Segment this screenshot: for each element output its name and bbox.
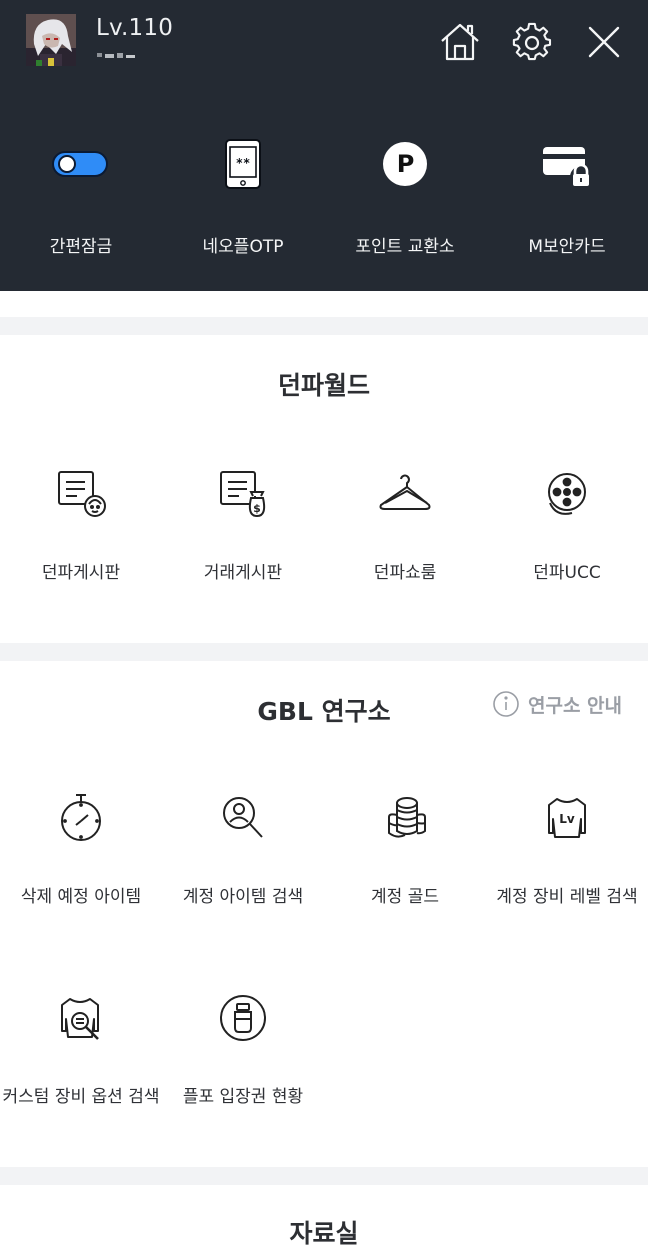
search-person-icon: [223, 797, 263, 838]
film-reel-icon: [548, 473, 586, 515]
otp-phone-icon: **: [225, 139, 261, 189]
mobile-menu-page: Lv.110 간편잠금 ** 네오플OTP P 포인트 교환소 M보안카드 던파…: [0, 0, 648, 1246]
menu-dunpa-ucc[interactable]: 던파UCC: [486, 466, 648, 596]
quick-easy-lock[interactable]: 간편잠금: [0, 130, 162, 270]
quick-m-security-card[interactable]: M보안카드: [486, 130, 648, 270]
toggle-switch-icon: [52, 151, 108, 177]
security-card-icon: [543, 147, 592, 188]
quick-label: 간편잠금: [49, 237, 113, 257]
home-icon: [441, 23, 479, 61]
menu-label: 거래게시판: [203, 563, 283, 583]
settings-button[interactable]: [510, 20, 554, 64]
menu-label: 계정 장비 레벨 검색: [496, 887, 638, 907]
menu-label: 계정 아이템 검색: [182, 887, 304, 907]
menu-custom-equip-option-search[interactable]: 커스텀 장비 옵션 검색: [0, 990, 162, 1120]
section-divider: [0, 643, 648, 661]
menu-account-equip-level-search[interactable]: Lv 계정 장비 레벨 검색: [486, 790, 648, 920]
board-icon: [58, 471, 106, 517]
svg-text:Lv: Lv: [559, 812, 575, 826]
menu-label: 플포 입장권 현황: [182, 1087, 304, 1107]
close-icon: [588, 26, 620, 58]
svg-text:P: P: [397, 150, 415, 178]
menu-label: 계정 골드: [371, 887, 439, 907]
lab-guide-label: 연구소 안내: [528, 694, 623, 717]
quick-label: 포인트 교환소: [355, 237, 455, 257]
point-p-icon: P: [383, 142, 427, 186]
menu-label: 던파게시판: [41, 563, 121, 583]
lab-guide-link[interactable]: 연구소 안내: [492, 688, 622, 720]
character-avatar[interactable]: [26, 14, 76, 66]
menu-label: 삭제 예정 아이템: [20, 887, 142, 907]
menu-dunpa-showroom[interactable]: 던파쇼룸: [324, 466, 486, 596]
info-icon: [493, 691, 519, 717]
account-header: Lv.110 간편잠금 ** 네오플OTP P 포인트 교환소 M보안카드: [0, 0, 648, 291]
section-divider: [0, 317, 648, 335]
menu-label: 커스텀 장비 옵션 검색: [2, 1087, 160, 1107]
dunpa-world-title: 던파월드: [277, 371, 370, 400]
stopwatch-icon: [61, 794, 101, 841]
menu-account-gold[interactable]: 계정 골드: [324, 790, 486, 920]
menu-flpo-ticket-status[interactable]: 플포 입장권 현황: [162, 990, 324, 1120]
coin-stack-icon: [388, 797, 426, 838]
archive-title: 자료실: [289, 1219, 359, 1246]
character-level: Lv.110: [96, 15, 174, 41]
svg-text:**: **: [236, 156, 250, 170]
gear-icon: [512, 22, 552, 61]
menu-trade-board[interactable]: $ 거래게시판: [162, 466, 324, 596]
menu-dunpa-board[interactable]: 던파게시판: [0, 466, 162, 596]
menu-account-item-search[interactable]: 계정 아이템 검색: [162, 790, 324, 920]
menu-expiring-items[interactable]: 삭제 예정 아이템: [0, 790, 162, 920]
svg-text:$: $: [253, 502, 261, 515]
quick-point-exchange[interactable]: P 포인트 교환소: [324, 130, 486, 270]
section-divider: [0, 1167, 648, 1185]
quick-neople-otp[interactable]: ** 네오플OTP: [162, 130, 324, 270]
lv-shirt-icon: Lv: [548, 798, 586, 838]
blurred-character-name: [97, 53, 135, 58]
menu-label: 던파쇼룸: [373, 563, 437, 583]
menu-label: 던파UCC: [533, 563, 601, 583]
close-button[interactable]: [582, 20, 626, 64]
quick-label: M보안카드: [528, 237, 606, 257]
trade-board-icon: $: [220, 471, 266, 518]
shirt-search-icon: [61, 998, 99, 1040]
quick-label: 네오플OTP: [202, 237, 284, 257]
home-button[interactable]: [438, 20, 482, 64]
bottle-icon: [220, 995, 266, 1041]
hanger-icon: [379, 474, 431, 510]
